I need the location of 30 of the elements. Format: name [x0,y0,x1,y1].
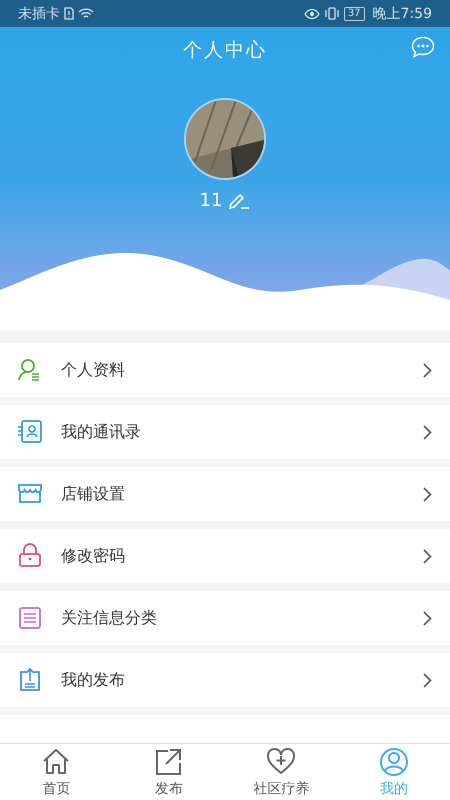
tab-icon [154,747,184,777]
sim-icon [64,7,74,20]
eye-icon [304,8,320,20]
chevron-icon [423,672,432,688]
menu-item[interactable]: 修改密码 [0,529,450,583]
clock: 晚上7:59 [372,4,432,22]
edit-icon[interactable] [228,192,250,210]
chevron-icon [423,424,432,440]
vibrate-icon [324,7,340,20]
battery-level: 37 [344,6,365,20]
menu-item[interactable]: 关注信息分类 [0,591,450,645]
tab[interactable]: 首页 [0,744,112,800]
menu-item[interactable]: 我的通讯录 [0,405,450,459]
chevron-icon [423,362,432,378]
carrier-label: 未插卡 [18,4,60,22]
username: 11 [200,190,222,211]
tab-icon [41,747,72,777]
chevron-icon [423,486,432,502]
tab-icon [378,747,409,777]
tab[interactable]: 社区疗养 [225,744,338,800]
chevron-icon [423,548,432,564]
chevron-icon [423,610,432,626]
page-title: 个人中心 [183,38,267,63]
menu-item[interactable]: 我的发布 [0,653,450,707]
tab[interactable]: 发布 [112,744,225,800]
menu-item[interactable]: 个人资料 [0,343,450,397]
menu-item[interactable]: 店铺设置 [0,467,450,521]
tab-icon [266,747,296,777]
chat-icon[interactable] [411,36,435,58]
wifi-icon [78,7,94,20]
